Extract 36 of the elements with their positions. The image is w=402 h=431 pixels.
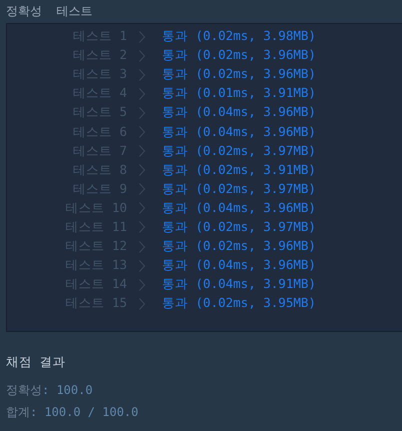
test-result: 통과 (0.02ms, 3.96MB) bbox=[162, 238, 316, 256]
test-result: 통과 (0.02ms, 3.97MB) bbox=[162, 142, 316, 160]
test-result: 통과 (0.04ms, 3.91MB) bbox=[162, 276, 316, 294]
chevron-icon bbox=[139, 126, 145, 138]
chevron-icon bbox=[139, 260, 145, 272]
chevron-icon bbox=[139, 88, 145, 100]
chevron-icon bbox=[139, 240, 145, 253]
chevron-icon bbox=[139, 298, 145, 310]
summary-label: 합계 bbox=[6, 405, 30, 419]
chevron-icon bbox=[139, 30, 145, 43]
test-result: 통과 (0.02ms, 3.91MB) bbox=[162, 162, 316, 179]
test-result: 통과 (0.04ms, 3.96MB) bbox=[162, 124, 316, 141]
test-result: 통과 (0.04ms, 3.96MB) bbox=[162, 257, 316, 274]
test-result: 통과 (0.02ms, 3.98MB) bbox=[162, 28, 316, 46]
chevron-icon bbox=[139, 164, 145, 176]
summary-value: : 100.0 bbox=[42, 383, 93, 397]
test-result: 통과 (0.01ms, 3.91MB) bbox=[162, 85, 316, 102]
chevron-icon bbox=[139, 106, 145, 119]
section-title: 정확성 테스트 bbox=[5, 3, 94, 20]
test-result: 통과 (0.02ms, 3.96MB) bbox=[162, 47, 316, 64]
test-result: 통과 (0.02ms, 3.96MB) bbox=[162, 66, 316, 84]
test-result: 통과 (0.04ms, 3.96MB) bbox=[162, 200, 316, 217]
test-result: 통과 (0.02ms, 3.97MB) bbox=[162, 180, 316, 198]
summary-value: : 100.0 / 100.0 bbox=[30, 405, 138, 419]
chevron-icon bbox=[139, 145, 145, 158]
test-result: 통과 (0.02ms, 3.97MB) bbox=[162, 218, 316, 236]
summary-title: 채점 결과 bbox=[5, 353, 67, 371]
chevron-icon bbox=[139, 221, 145, 234]
summary-label: 정확성 bbox=[6, 383, 42, 397]
chevron-icon bbox=[139, 183, 145, 196]
chevron-icon bbox=[139, 50, 145, 62]
test-result: 통과 (0.02ms, 3.95MB) bbox=[162, 295, 316, 312]
test-result: 통과 (0.04ms, 3.96MB) bbox=[162, 104, 316, 122]
chevron-icon bbox=[139, 202, 145, 214]
chevron-icon bbox=[139, 68, 145, 81]
chevron-icon bbox=[139, 278, 145, 291]
